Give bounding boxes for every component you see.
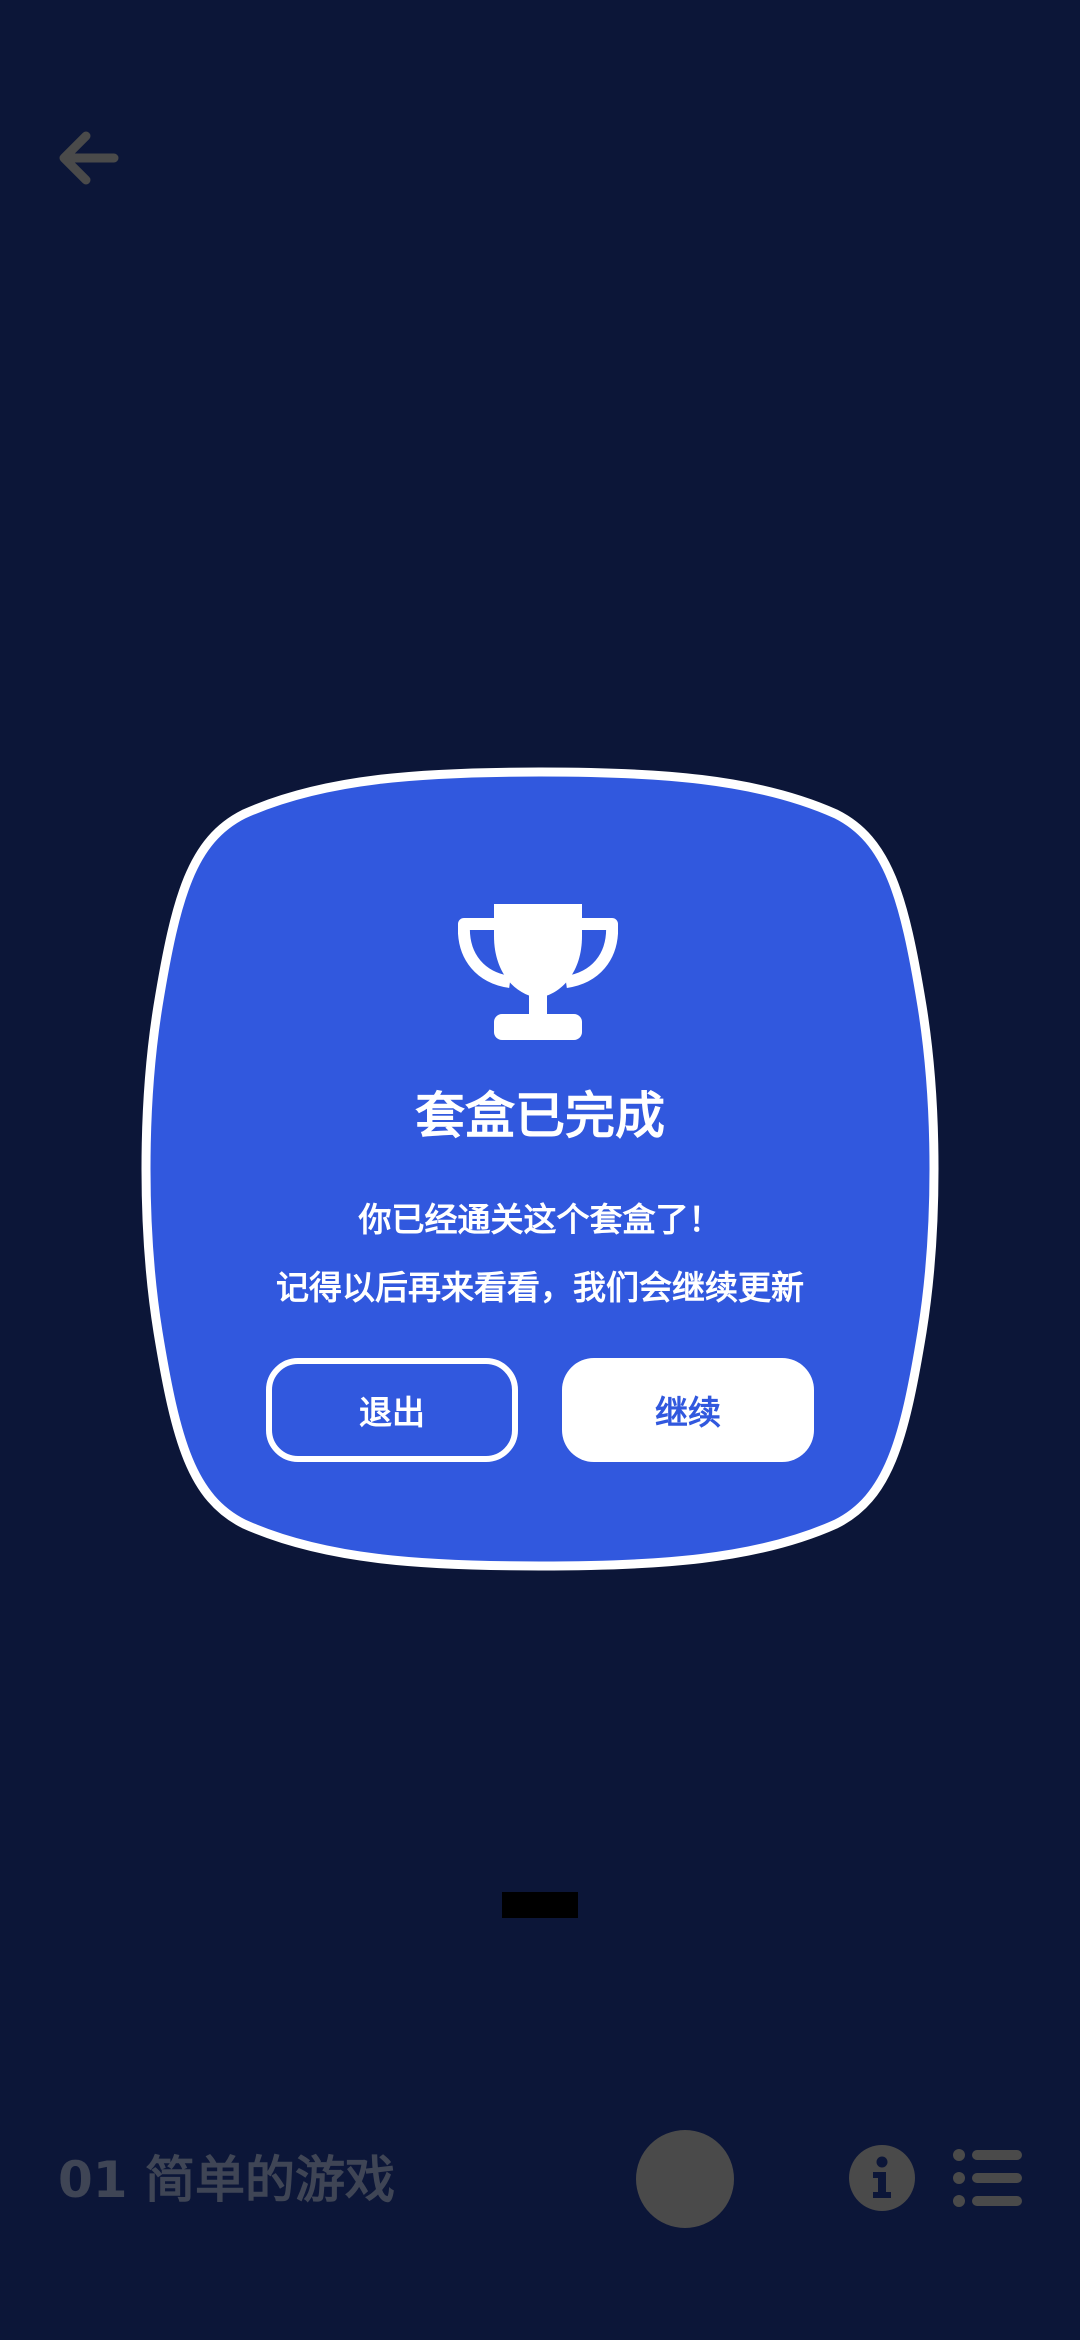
exit-button[interactable]: 退出 — [266, 1358, 518, 1462]
progress-marker — [502, 1892, 578, 1918]
level-title: 01 简单的游戏 — [58, 2151, 395, 2209]
completion-dialog: 套盒已完成 你已经通关这个套盒了！ 记得以后再来看看，我们会继续更新 退出 继续 — [136, 766, 944, 1572]
info-icon[interactable] — [848, 2144, 916, 2212]
back-button[interactable] — [50, 120, 126, 196]
trophy-icon — [458, 904, 618, 1040]
list-icon[interactable] — [952, 2148, 1024, 2208]
circle-button[interactable] — [636, 2130, 734, 2228]
exit-button-label: 退出 — [359, 1393, 425, 1432]
dialog-message-line1: 你已经通关这个套盒了！ — [358, 1200, 722, 1239]
continue-button[interactable]: 继续 — [562, 1358, 814, 1462]
dialog-title: 套盒已完成 — [415, 1087, 665, 1145]
dialog-message-line2: 记得以后再来看看，我们会继续更新 — [276, 1268, 804, 1307]
arrow-left-icon — [59, 131, 119, 185]
continue-button-label: 继续 — [655, 1393, 721, 1432]
